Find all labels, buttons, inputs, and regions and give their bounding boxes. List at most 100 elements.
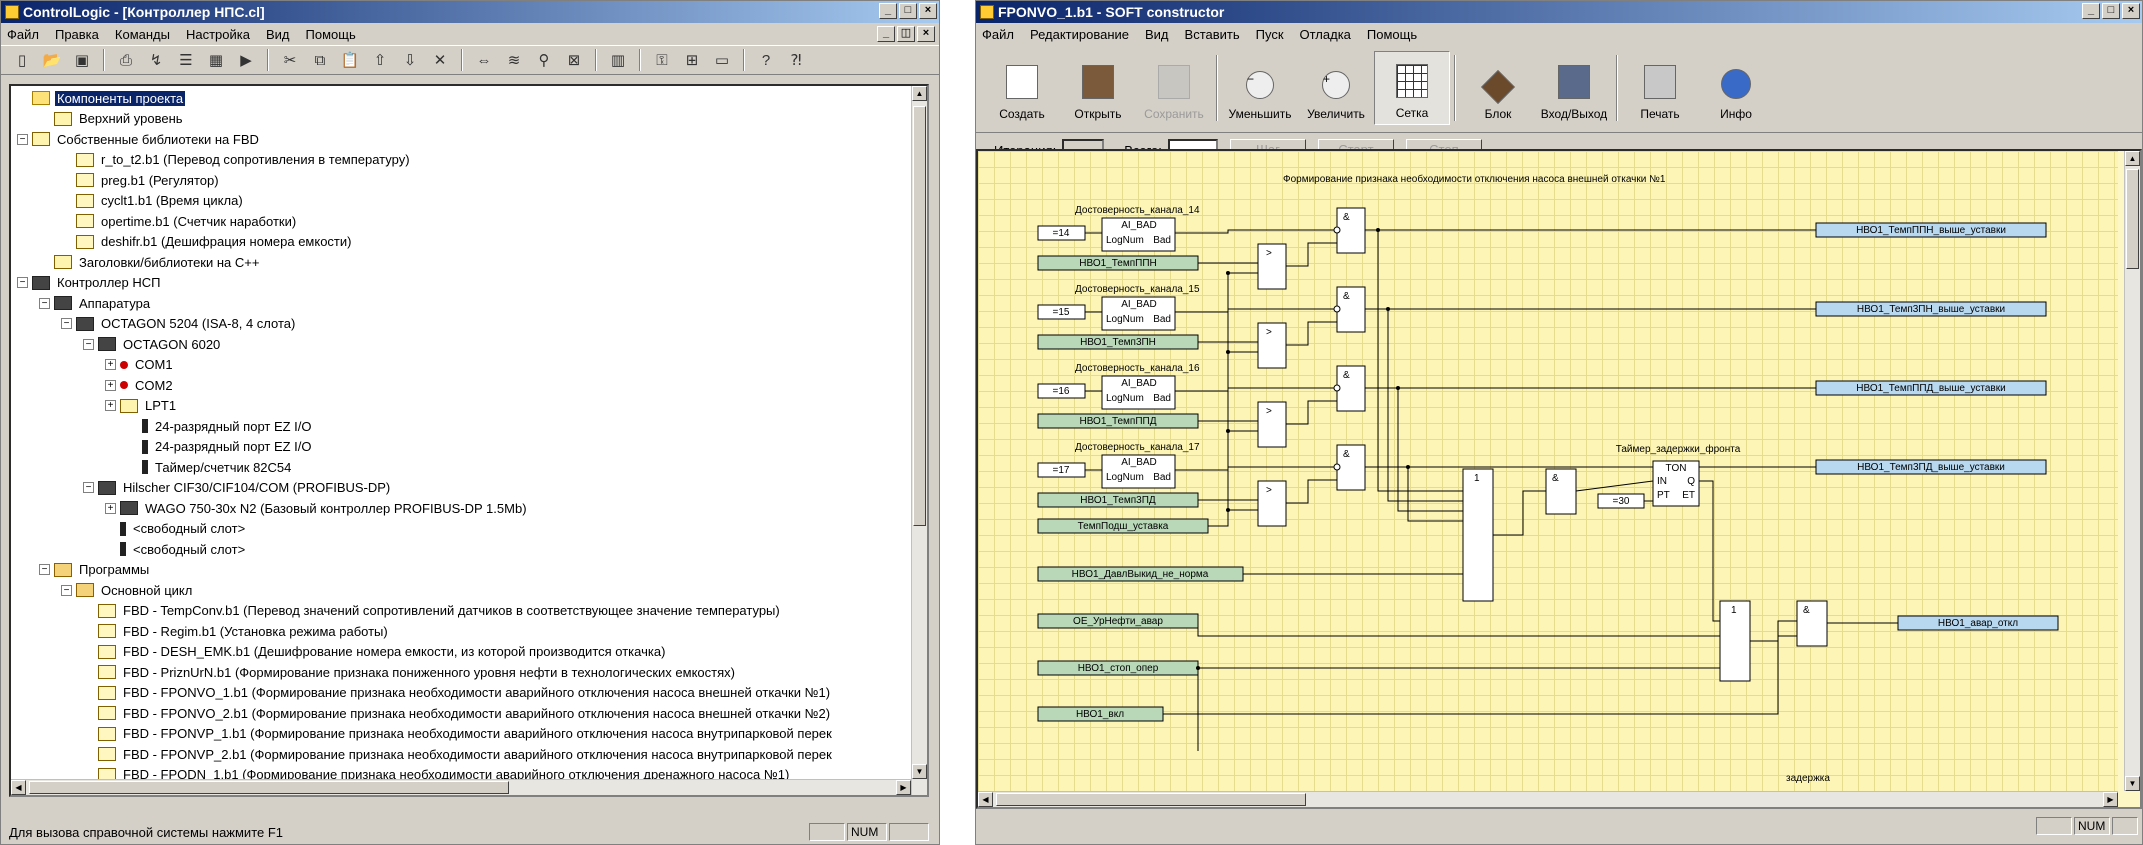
collapse-icon[interactable]: − [17,277,28,289]
copy-icon[interactable]: ⧉ [307,48,333,72]
context-help-icon[interactable]: ⁈ [783,48,809,72]
collapse-icon[interactable]: − [61,584,72,596]
mdi-minimize-button[interactable]: _ [877,26,895,42]
tree-node[interactable]: − Программы [11,560,911,581]
collapse-icon[interactable]: − [17,133,28,145]
menu-view[interactable]: Вид [266,27,290,42]
collapse-icon[interactable]: − [39,564,50,576]
tree-node[interactable]: Компоненты проекта [11,88,911,109]
tree-node[interactable]: − Hilscher CIF30/CIF104/COM (PROFIBUS-DP) [11,478,911,499]
close-button[interactable]: × [2122,3,2140,19]
save-button[interactable]: Сохранить [1136,51,1212,125]
mdi-close-button[interactable]: × [917,26,935,42]
open-icon[interactable]: 📂 [39,48,65,72]
tree-node[interactable]: <свободный слот> [11,539,911,560]
tree-node[interactable]: FBD - Regim.b1 (Установка режима работы) [11,621,911,642]
find-icon[interactable]: ⚲ [531,48,557,72]
tree-node[interactable]: − Контроллер НСП [11,273,911,294]
maximize-button[interactable]: □ [899,3,917,19]
scroll-down-arrow[interactable]: ▼ [912,764,927,779]
save-icon[interactable]: ▣ [69,48,95,72]
run-icon[interactable]: ▶ [233,48,259,72]
zoom-in-button[interactable]: + Увеличить [1298,51,1374,125]
menu-help[interactable]: Помощь [1367,27,1417,42]
tree-node[interactable]: FBD - TempConv.b1 (Перевод значений сопр… [11,601,911,622]
list-icon[interactable]: ☰ [173,48,199,72]
menu-file[interactable]: Файл [982,27,1014,42]
tree-node[interactable]: Заголовки/библиотеки на C++ [11,252,911,273]
tree-node[interactable]: − OCTAGON 5204 (ISA-8, 4 слота) [11,314,911,335]
expand-icon[interactable]: + [105,359,116,371]
scroll-up-arrow[interactable]: ▲ [912,86,927,101]
info-button[interactable]: Инфо [1698,51,1774,125]
menu-view[interactable]: Вид [1145,27,1169,42]
table-icon[interactable]: ▦ [203,48,229,72]
tree-node[interactable]: FBD - FPONVP_2.b1 (Формирование признака… [11,744,911,765]
mdi-restore-button[interactable]: ◫ [897,26,915,42]
menu-commands[interactable]: Команды [115,27,170,42]
tree-node[interactable]: − Аппаратура [11,293,911,314]
close-button[interactable]: × [919,3,937,19]
tree-node[interactable]: − OCTAGON 6020 [11,334,911,355]
menu-insert[interactable]: Вставить [1185,27,1240,42]
expand-icon[interactable]: + [105,400,116,412]
collapse-icon[interactable]: − [83,482,94,494]
columns-icon[interactable]: ▥ [605,48,631,72]
collapse-icon[interactable]: − [83,338,94,350]
tree-node[interactable]: − Основной цикл [11,580,911,601]
window-icon[interactable]: ⊠ [561,48,587,72]
tree-node[interactable]: + COM1 [11,355,911,376]
collapse-icon[interactable]: − [61,318,72,330]
tree-node[interactable]: preg.b1 (Регулятор) [11,170,911,191]
maximize-button[interactable]: □ [2102,3,2120,19]
tree-node[interactable]: Верхний уровень [11,109,911,130]
minimize-button[interactable]: _ [2082,3,2100,19]
tree-node[interactable]: FBD - FPONVO_2.b1 (Формирование признака… [11,703,911,724]
new-icon[interactable]: ▯ [9,48,35,72]
stack-icon[interactable]: ≋ [501,48,527,72]
menu-settings[interactable]: Настройка [186,27,250,42]
print-icon[interactable]: ⎙ [113,48,139,72]
scroll-right-arrow[interactable]: ▶ [2103,792,2118,807]
compile-icon[interactable]: ↯ [143,48,169,72]
tree-node[interactable]: FBD - DESH_EMK.b1 (Дешифрование номера е… [11,642,911,663]
scroll-down-arrow[interactable]: ▼ [2125,776,2140,791]
horizontal-scrollbar[interactable]: ◀ ▶ [11,779,911,795]
tree-node[interactable]: + COM2 [11,375,911,396]
zoom-out-button[interactable]: − Уменьшить [1222,51,1298,125]
menu-file[interactable]: Файл [7,27,39,42]
scroll-left-arrow[interactable]: ◀ [11,780,26,795]
move-down-icon[interactable]: ⇩ [397,48,423,72]
folder-icon[interactable]: ▭ [709,48,735,72]
tree-node[interactable]: 24-разрядный порт EZ I/O [11,437,911,458]
tree-node[interactable]: FBD - PriznUrN.b1 (Формирование признака… [11,662,911,683]
link-icon[interactable]: ⇔ [471,48,497,72]
vertical-scrollbar[interactable]: ▲ ▼ [911,86,927,795]
tree-node[interactable]: + LPT1 [11,396,911,417]
tree-node[interactable]: FBD - FPONVP_1.b1 (Формирование признака… [11,724,911,745]
scroll-up-arrow[interactable]: ▲ [2125,151,2140,166]
create-button[interactable]: Создать [984,51,1060,125]
move-up-icon[interactable]: ⇧ [367,48,393,72]
scroll-thumb[interactable] [2126,169,2139,269]
scroll-left-arrow[interactable]: ◀ [978,792,993,807]
tree-node[interactable]: − Собственные библиотеки на FBD [11,129,911,150]
tree-node[interactable]: Таймер/счетчик 82C54 [11,457,911,478]
scroll-right-arrow[interactable]: ▶ [896,780,911,795]
tree-node[interactable]: cyclt1.b1 (Время цикла) [11,191,911,212]
menu-edit[interactable]: Редактирование [1030,27,1129,42]
tree-node[interactable]: opertime.b1 (Счетчик наработки) [11,211,911,232]
fbd-canvas[interactable]: Формирование признака необходимости откл… [978,151,2118,791]
print-button[interactable]: Печать [1622,51,1698,125]
open-button[interactable]: Открыть [1060,51,1136,125]
help-icon[interactable]: ? [753,48,779,72]
cut-icon[interactable]: ✂ [277,48,303,72]
menu-debug[interactable]: Отладка [1300,27,1351,42]
delete-icon[interactable]: ✕ [427,48,453,72]
properties-icon[interactable]: ⊞ [679,48,705,72]
hscroll-thumb[interactable] [996,793,1306,806]
menu-run[interactable]: Пуск [1256,27,1284,42]
paste-icon[interactable]: 📋 [337,48,363,72]
collapse-icon[interactable]: − [39,297,50,309]
grid-button[interactable]: Сетка [1374,51,1450,125]
